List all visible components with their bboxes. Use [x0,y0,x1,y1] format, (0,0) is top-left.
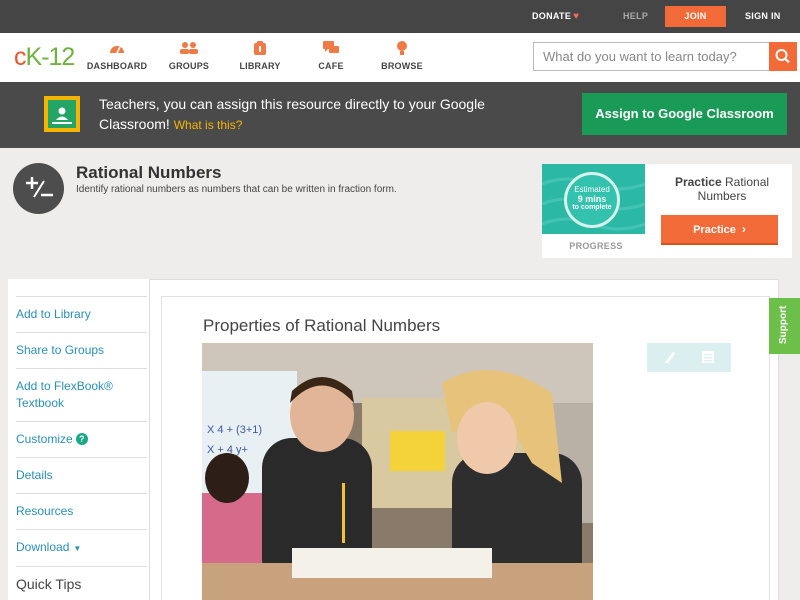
progress-badge[interactable]: Estimated 9 mins to complete [542,164,645,234]
nav-dashboard-label: DASHBOARD [86,61,148,71]
logo-c: c [14,43,26,71]
groups-icon [149,41,229,57]
sidebar-item-share-to-groups[interactable]: Share to Groups [16,333,147,369]
estimate-minutes: 9 mins [577,194,607,204]
google-classroom-icon [44,96,80,132]
sidebar-item-customize[interactable]: Customize? [16,422,147,458]
article-panel: Properties of Rational Numbers X 4 + (3+… [161,296,770,600]
customize-label: Customize [16,432,73,446]
nav-library-label: LIBRARY [239,61,281,71]
nav-library[interactable]: LIBRARY [220,41,300,71]
svg-text:X 4 + (3+1): X 4 + (3+1) [207,424,262,436]
download-label: Download [16,540,70,554]
annotation-toolbar [647,343,731,372]
practice-title: Practice Rational Numbers [660,175,784,203]
sidebar-item-resources[interactable]: Resources [16,494,147,530]
classroom-banner: Teachers, you can assign this resource d… [0,82,800,148]
what-is-this-link[interactable]: What is this? [174,118,243,132]
cafe-icon [291,41,371,57]
practice-button-label: Practice [693,224,736,236]
sidebar-item-details[interactable]: Details [16,458,147,494]
search-icon [769,49,797,75]
join-button[interactable]: JOIN [665,6,726,27]
classroom-message: Teachers, you can assign this resource d… [99,94,519,135]
practice-title-bold: Practice [674,175,722,189]
nav-browse-label: BROWSE [381,61,423,71]
search-button[interactable] [769,42,797,71]
classroom-photo: X 4 + (3+1) X + 4 y+ [202,343,593,600]
library-icon [220,41,300,57]
practice-card: Estimated 9 mins to complete PROGRESS Pr… [542,164,792,258]
assign-to-google-classroom-button[interactable]: Assign to Google Classroom [582,93,787,135]
notes-icon[interactable] [700,350,716,365]
pencil-icon[interactable] [662,350,678,365]
progress-label: PROGRESS [569,241,623,251]
classroom-photo-illustration: X 4 + (3+1) X + 4 y+ [202,343,593,600]
estimate-circle: Estimated 9 mins to complete [564,172,620,228]
search-input[interactable] [533,42,770,71]
sidebar-menu: Add to Library Share to Groups Add to Fl… [16,296,147,600]
nav-cafe[interactable]: CAFE [291,41,371,71]
logo-12: -12 [41,43,75,71]
quick-tips-heading: Quick Tips [16,576,82,592]
nav-cafe-label: CAFE [318,61,344,71]
logo-k: K [25,43,43,71]
dashboard-icon [77,41,157,57]
help-link[interactable]: HELP [623,11,648,21]
donate-link[interactable]: DONATE ♥ [532,11,579,22]
concept-title: Rational Numbers [76,163,222,182]
plus-minus-icon [13,163,64,214]
utility-bar: DONATE ♥ HELP JOIN SIGN IN [0,0,800,33]
practice-button[interactable]: Practice › [661,215,778,245]
help-question-icon[interactable]: ? [75,433,88,445]
classroom-message-text: Teachers, you can assign this resource d… [99,96,485,132]
sidebar-item-add-to-library[interactable]: Add to Library [16,297,147,333]
donate-label: DONATE [532,11,572,21]
sidebar-item-download[interactable]: Download ▼ [16,530,147,567]
chevron-right-icon: › [741,222,746,236]
ck12-logo[interactable]: cK-12 [14,43,75,72]
caret-down-icon: ▼ [73,544,82,553]
nav-dashboard[interactable]: DASHBOARD [77,41,157,71]
concept-subtitle: Identify rational numbers as numbers tha… [76,184,397,195]
nav-browse[interactable]: BROWSE [362,41,442,71]
article-title: Properties of Rational Numbers [203,316,441,335]
estimate-label: Estimated [574,185,610,194]
estimate-suffix: to complete [572,204,612,211]
sign-in-link[interactable]: SIGN IN [745,11,781,21]
browse-icon [362,41,442,57]
nav-groups[interactable]: GROUPS [149,41,229,71]
heart-icon: ♥ [573,11,580,22]
support-tab[interactable]: Support [769,298,800,354]
support-label: Support [778,305,789,344]
sidebar: Add to Library Share to Groups Add to Fl… [8,279,150,600]
sidebar-item-add-to-flexbook[interactable]: Add to FlexBook® Textbook [16,369,147,422]
nav-groups-label: GROUPS [168,61,210,71]
main-nav: cK-12 DASHBOARD GROUPS LIBRARY CAFE BROW… [0,33,800,82]
